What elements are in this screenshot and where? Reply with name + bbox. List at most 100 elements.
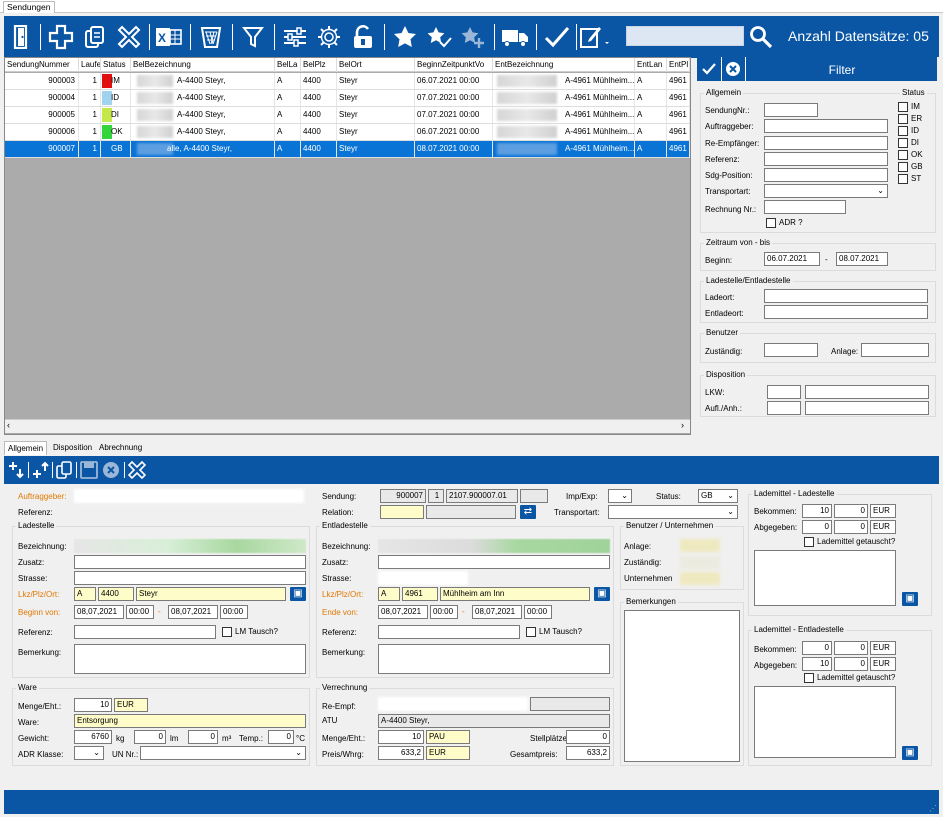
stellplaetze-input[interactable]: 0 <box>566 730 610 744</box>
col-header[interactable]: Status <box>101 58 131 72</box>
zustaendig-input[interactable] <box>764 343 818 357</box>
bemerkungen-input[interactable] <box>624 610 740 762</box>
sliders-icon[interactable] <box>278 16 312 58</box>
lm-tausch-checkbox[interactable] <box>526 627 536 637</box>
verr-menge-input[interactable]: 10 <box>378 730 424 744</box>
star-add-icon[interactable] <box>456 16 490 58</box>
table-row[interactable]: 900004 1 ID A-4400 Steyr, A 4400 Steyr 07.07.20… <box>5 90 690 107</box>
ladestelle-referenz-input[interactable] <box>74 625 216 639</box>
status-checkbox-di[interactable] <box>898 138 908 148</box>
scroll-right-icon[interactable]: › <box>681 420 684 430</box>
relation-input[interactable] <box>380 505 424 519</box>
ladestelle-bemerkung-input[interactable] <box>74 644 306 674</box>
lm1-abgegeben-extra[interactable]: 0 <box>834 520 868 534</box>
col-header[interactable]: SendungNummer <box>5 58 79 72</box>
lm1-bekommen-input[interactable]: 10 <box>802 504 832 518</box>
col-header[interactable]: BelPlz <box>301 58 337 72</box>
ware-eht-input[interactable]: EUR <box>114 698 148 712</box>
reempfaenger-input[interactable] <box>764 136 888 150</box>
apply-filter-icon[interactable] <box>701 61 717 77</box>
settings-icon[interactable] <box>312 16 346 58</box>
status-select[interactable]: GB ⌄ <box>698 489 738 503</box>
star-check-icon[interactable] <box>422 16 456 58</box>
entladestelle-bemerkung-input[interactable] <box>378 644 610 674</box>
save-icon[interactable] <box>80 461 98 481</box>
check-icon[interactable] <box>540 16 574 58</box>
lm1-notes-input[interactable] <box>754 550 896 606</box>
transportart-select[interactable]: ⌄ <box>608 505 738 519</box>
tab-allgemein[interactable]: Allgemein <box>4 441 48 455</box>
ende-date-to[interactable]: 08,07,2021 <box>472 605 522 619</box>
ladestelle-zusatz-input[interactable] <box>74 555 306 569</box>
add-icon[interactable] <box>44 16 78 58</box>
excel-icon[interactable]: X <box>152 16 186 58</box>
edit-icon[interactable] <box>578 16 612 58</box>
m3-input[interactable]: 0 <box>188 730 218 744</box>
anlage-input[interactable] <box>861 343 929 357</box>
unlock-icon[interactable] <box>346 16 380 58</box>
temp-input[interactable]: 0 <box>268 730 294 744</box>
date-to-input[interactable]: 08.07.2021 <box>836 252 888 266</box>
truck-icon[interactable] <box>498 16 532 58</box>
lm2-getauscht-checkbox[interactable] <box>804 673 814 683</box>
entladestelle-strasse-input[interactable] <box>378 571 468 585</box>
lm1-abgegeben-unit[interactable]: EUR <box>870 520 896 534</box>
lm-input[interactable]: 0 <box>134 730 166 744</box>
lm2-bekommen-extra[interactable]: 0 <box>834 641 868 655</box>
resize-grip-icon[interactable]: ⋰ <box>929 804 937 813</box>
gewicht-input[interactable]: 6760 <box>74 730 112 744</box>
exit-icon[interactable] <box>4 16 38 58</box>
ladeort-input[interactable] <box>764 289 928 303</box>
col-header[interactable]: Laufe <box>79 58 101 72</box>
table-row[interactable]: 900005 1 DI A-4400 Steyr, A 4400 Steyr 07.07.20… <box>5 107 690 124</box>
lm2-bekommen-input[interactable]: 0 <box>802 641 832 655</box>
entladestelle-plz-input[interactable]: 4961 <box>402 587 438 601</box>
lm-tausch-checkbox[interactable] <box>222 627 232 637</box>
entladestelle-land-input[interactable]: A <box>378 587 400 601</box>
delete-icon[interactable] <box>127 460 147 481</box>
entladestelle-zusatz-input[interactable] <box>378 555 610 569</box>
col-header[interactable]: BeginnZeitpunktVo <box>415 58 493 72</box>
status-checkbox-st[interactable] <box>898 174 908 184</box>
beginn-time-to[interactable]: 00:00 <box>220 605 248 619</box>
beginn-time-from[interactable]: 00:00 <box>126 605 154 619</box>
date-from-input[interactable]: 06.07.2021 <box>764 252 820 266</box>
ende-date-from[interactable]: 08,07,2021 <box>378 605 428 619</box>
status-checkbox-im[interactable] <box>898 102 908 112</box>
table-row[interactable]: 900007 1 GB alle, A-4400 Steyr, A 4400 Steyr 08… <box>5 141 690 158</box>
status-checkbox-gb[interactable] <box>898 162 908 172</box>
star-icon[interactable] <box>388 16 422 58</box>
lkw-input[interactable] <box>767 385 801 399</box>
adr-klasse-select[interactable]: ⌄ <box>74 746 104 760</box>
trash-icon[interactable] <box>194 16 228 58</box>
horizontal-scrollbar[interactable]: ‹ › <box>5 419 690 433</box>
lkw-name-input[interactable] <box>805 385 929 399</box>
col-header[interactable]: EntLan <box>635 58 667 72</box>
preis-input[interactable]: 633,2 <box>378 746 424 760</box>
cancel-icon[interactable] <box>102 461 120 481</box>
save-icon[interactable]: ▣ <box>902 746 918 760</box>
auftraggeber-field[interactable] <box>74 489 304 503</box>
tab-abrechnung[interactable]: Abrechnung <box>96 441 145 455</box>
beginn-date-from[interactable]: 08,07,2021 <box>74 605 124 619</box>
entladestelle-ort-input[interactable]: Mühlheim am Inn <box>440 587 590 601</box>
filter-icon[interactable] <box>236 16 270 58</box>
swap-icon[interactable]: ⇄ <box>520 505 536 519</box>
aufl-input[interactable] <box>767 401 801 415</box>
sdg-position-input[interactable] <box>764 168 888 182</box>
col-header[interactable]: EntPl <box>667 58 690 72</box>
lm1-bekommen-unit[interactable]: EUR <box>870 504 896 518</box>
lm2-abgegeben-extra[interactable]: 0 <box>834 657 868 671</box>
lm2-notes-input[interactable] <box>754 686 896 758</box>
save-address-icon[interactable]: ▣ <box>290 587 306 601</box>
status-checkbox-er[interactable] <box>898 114 908 124</box>
referenz-input[interactable] <box>764 152 888 166</box>
scroll-left-icon[interactable]: ‹ <box>7 420 10 430</box>
entladestelle-bezeichnung-field[interactable] <box>378 539 610 553</box>
entladeort-input[interactable] <box>764 305 928 319</box>
status-checkbox-id[interactable] <box>898 126 908 136</box>
lm1-bekommen-extra[interactable]: 0 <box>834 504 868 518</box>
lm1-getauscht-checkbox[interactable] <box>804 537 814 547</box>
col-header[interactable]: BelBezeichnung <box>131 58 275 72</box>
copy-icon[interactable] <box>56 461 74 481</box>
